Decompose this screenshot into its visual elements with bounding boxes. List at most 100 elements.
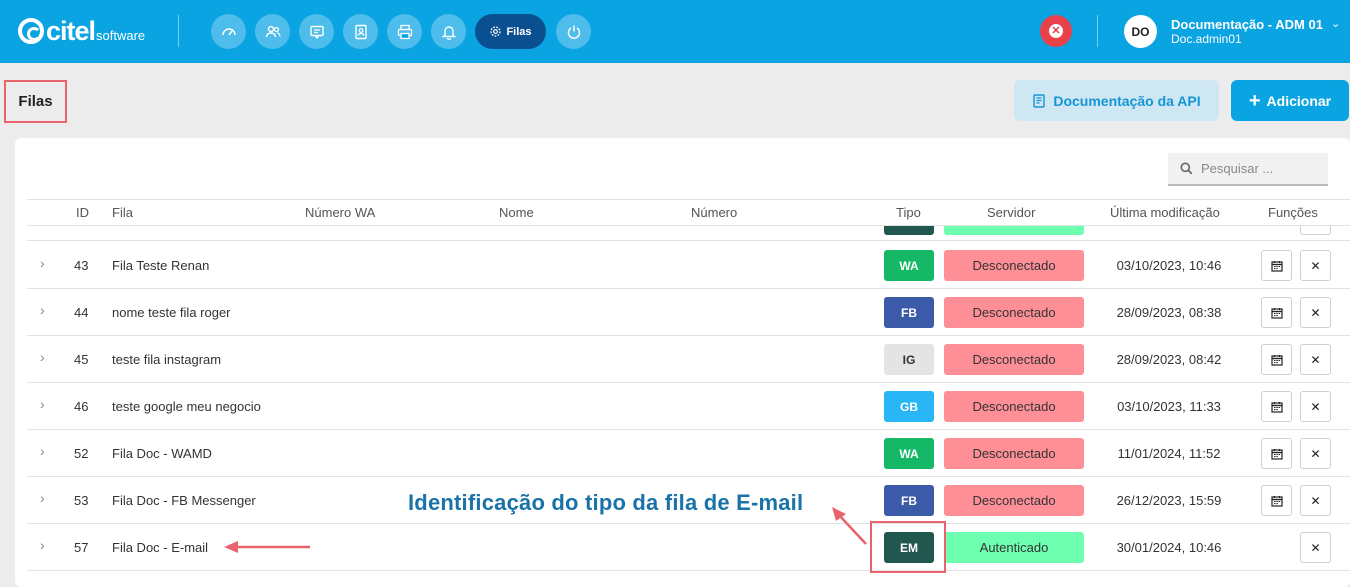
row-modified-date: 28/09/2023, 08:42	[1116, 352, 1222, 367]
schedule-button[interactable]	[1261, 344, 1292, 375]
column-header-id[interactable]: ID	[76, 205, 89, 220]
chevron-right-icon[interactable]: ›	[40, 349, 45, 365]
tipo-badge: FB	[884, 485, 934, 516]
delete-button[interactable]: ✕	[1300, 297, 1331, 328]
nav-contacts-button[interactable]	[343, 14, 378, 49]
search-box[interactable]	[1168, 153, 1328, 186]
column-header-numero-wa[interactable]: Número WA	[305, 205, 375, 220]
plus-icon: +	[1248, 89, 1261, 112]
schedule-button[interactable]	[1261, 438, 1292, 469]
status-badge: Desconectado	[944, 344, 1084, 375]
row-fila: nome teste fila roger	[112, 305, 231, 320]
nav-filas-label: Filas	[506, 25, 532, 38]
close-icon: ✕	[1310, 540, 1321, 555]
chevron-right-icon[interactable]: ›	[40, 302, 45, 318]
calendar-icon	[1270, 260, 1283, 272]
disconnect-alert-button[interactable]: ✕	[1040, 15, 1072, 47]
row-id: 57	[74, 540, 89, 555]
annotation-highlight-box	[870, 521, 946, 573]
table-row[interactable]: › 43 Fila Teste Renan WA Desconectado 03…	[27, 242, 1350, 289]
row-id: 43	[74, 258, 89, 273]
status-badge: Desconectado	[944, 485, 1084, 516]
delete-button[interactable]: ✕	[1300, 250, 1331, 281]
column-header-numero[interactable]: Número	[691, 205, 737, 220]
delete-button[interactable]: ✕	[1300, 344, 1331, 375]
column-header-nome[interactable]: Nome	[499, 205, 534, 220]
column-header-funcoes: Funções	[1268, 205, 1318, 220]
chevron-right-icon[interactable]: ›	[40, 490, 45, 506]
calendar-icon	[1270, 401, 1283, 413]
delete-button[interactable]: ✕	[1300, 391, 1331, 422]
nav-notifications-button[interactable]	[431, 14, 466, 49]
tipo-badge: WA	[884, 250, 934, 281]
add-button-label: Adicionar	[1266, 92, 1332, 109]
column-header-servidor[interactable]: Servidor	[987, 205, 1035, 220]
close-circle-icon: ✕	[1049, 24, 1063, 38]
schedule-button[interactable]	[1261, 485, 1292, 516]
row-modified-date: 30/01/2024, 10:46	[1116, 540, 1222, 555]
chevron-right-icon[interactable]: ›	[40, 537, 45, 553]
api-documentation-button[interactable]: Documentação da API	[1014, 80, 1219, 121]
close-icon: ✕	[1310, 399, 1321, 414]
column-header-fila[interactable]: Fila	[112, 205, 133, 220]
tipo-badge: WA	[884, 438, 934, 469]
row-modified-date: 03/10/2023, 11:33	[1117, 399, 1221, 414]
table-row[interactable]: › 45 teste fila instagram IG Desconectad…	[27, 336, 1350, 383]
row-id: 45	[74, 352, 89, 367]
nav-logout-button[interactable]	[556, 14, 591, 49]
status-badge-partial	[944, 226, 1084, 235]
row-fila: teste fila instagram	[112, 352, 222, 367]
printer-icon	[397, 24, 412, 39]
gear-icon	[490, 26, 502, 37]
table-row[interactable]: › 44 nome teste fila roger FB Desconecta…	[27, 289, 1350, 336]
close-icon: ✕	[1310, 352, 1321, 367]
row-modified-date: 11/01/2024, 11:52	[1117, 446, 1221, 461]
delete-button[interactable]: ✕	[1300, 532, 1331, 563]
chevron-down-icon[interactable]: ⌄	[1331, 17, 1340, 30]
delete-button[interactable]: ✕	[1300, 438, 1331, 469]
add-button[interactable]: + Adicionar	[1231, 80, 1349, 121]
column-header-ultima-modificacao[interactable]: Última modificação	[1110, 205, 1220, 220]
delete-button[interactable]: ✕	[1300, 485, 1331, 516]
table-row[interactable]: › 57 Fila Doc - E-mail EM Autenticado 30…	[27, 524, 1350, 571]
column-header-tipo[interactable]: Tipo	[896, 205, 921, 220]
row-id: 44	[74, 305, 89, 320]
chevron-right-icon[interactable]: ›	[40, 396, 45, 412]
nav-printer-button[interactable]	[387, 14, 422, 49]
close-icon: ✕	[1310, 493, 1321, 508]
row-fila: Fila Doc - E-mail	[112, 540, 209, 555]
nav-filas-button[interactable]: Filas	[475, 14, 546, 49]
search-input[interactable]	[1201, 161, 1311, 176]
nav-chat-button[interactable]	[299, 14, 334, 49]
users-icon	[265, 25, 281, 37]
schedule-button[interactable]	[1261, 391, 1292, 422]
row-id: 52	[74, 446, 89, 461]
row-fila: Fila Doc - WAMD	[112, 446, 212, 461]
contacts-icon	[354, 24, 367, 39]
chevron-right-icon[interactable]: ›	[40, 255, 45, 271]
schedule-button[interactable]	[1261, 250, 1292, 281]
row-fila: Fila Teste Renan	[112, 258, 210, 273]
table-row[interactable]: › 52 Fila Doc - WAMD WA Desconectado 11/…	[27, 430, 1350, 477]
row-modified-date: 26/12/2023, 15:59	[1116, 493, 1222, 508]
table-row[interactable]: › 46 teste google meu negocio GB Descone…	[27, 383, 1350, 430]
table-header: ID Fila Número WA Nome Número Tipo Servi…	[27, 199, 1350, 226]
schedule-button[interactable]	[1261, 297, 1292, 328]
action-button-partial[interactable]	[1300, 226, 1331, 235]
citel-logo[interactable]: citel software	[18, 16, 145, 46]
status-badge: Desconectado	[944, 250, 1084, 281]
user-name[interactable]: Documentação - ADM 01	[1171, 17, 1323, 32]
api-documentation-label: Documentação da API	[1053, 92, 1201, 109]
calendar-icon	[1270, 307, 1283, 319]
power-icon	[567, 25, 580, 39]
chevron-right-icon[interactable]: ›	[40, 443, 45, 459]
nav-users-button[interactable]	[255, 14, 290, 49]
nav-dashboard-button[interactable]	[211, 14, 246, 49]
row-modified-date: 28/09/2023, 08:38	[1116, 305, 1222, 320]
status-badge: Desconectado	[944, 297, 1084, 328]
user-avatar[interactable]: DO	[1124, 15, 1157, 48]
logo-sub-text: software	[96, 27, 146, 43]
user-login: Doc.admin01	[1171, 32, 1242, 46]
tipo-badge: IG	[884, 344, 934, 375]
status-badge: Desconectado	[944, 438, 1084, 469]
